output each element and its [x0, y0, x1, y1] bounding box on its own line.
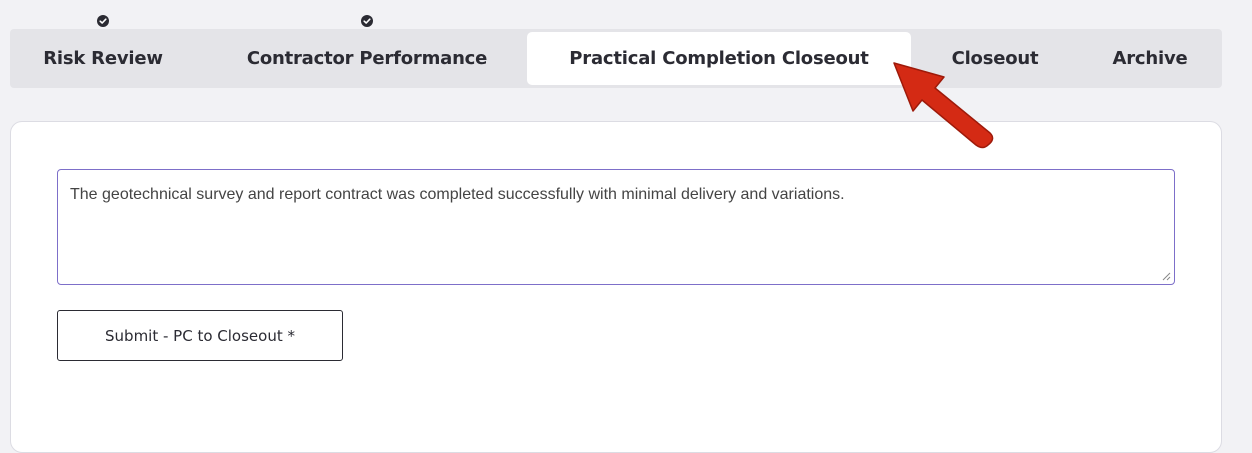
check-circle-icon [361, 15, 373, 27]
tab-practical-completion-closeout[interactable]: Practical Completion Closeout [527, 32, 911, 85]
closeout-form-card: The geotechnical survey and report contr… [10, 121, 1222, 453]
check-circle-icon [97, 15, 109, 27]
tab-label: Risk Review [43, 48, 163, 69]
stage-tabs: Risk Review Contractor Performance Pract… [10, 15, 1222, 88]
submit-pc-to-closeout-button[interactable]: Submit - PC to Closeout * [57, 310, 343, 361]
tab-label: Practical Completion Closeout [569, 48, 869, 69]
tab-risk-review[interactable]: Risk Review [10, 15, 196, 88]
closeout-comment-textarea[interactable]: The geotechnical survey and report contr… [57, 169, 1175, 285]
textarea-value: The geotechnical survey and report contr… [70, 186, 845, 203]
tab-contractor-performance[interactable]: Contractor Performance [220, 15, 514, 88]
tab-archive[interactable]: Archive [1090, 29, 1210, 88]
resize-handle-icon[interactable] [1161, 271, 1171, 281]
tab-label: Archive [1112, 48, 1188, 69]
annotation-arrow-icon [893, 62, 994, 149]
tab-label: Contractor Performance [246, 48, 488, 69]
